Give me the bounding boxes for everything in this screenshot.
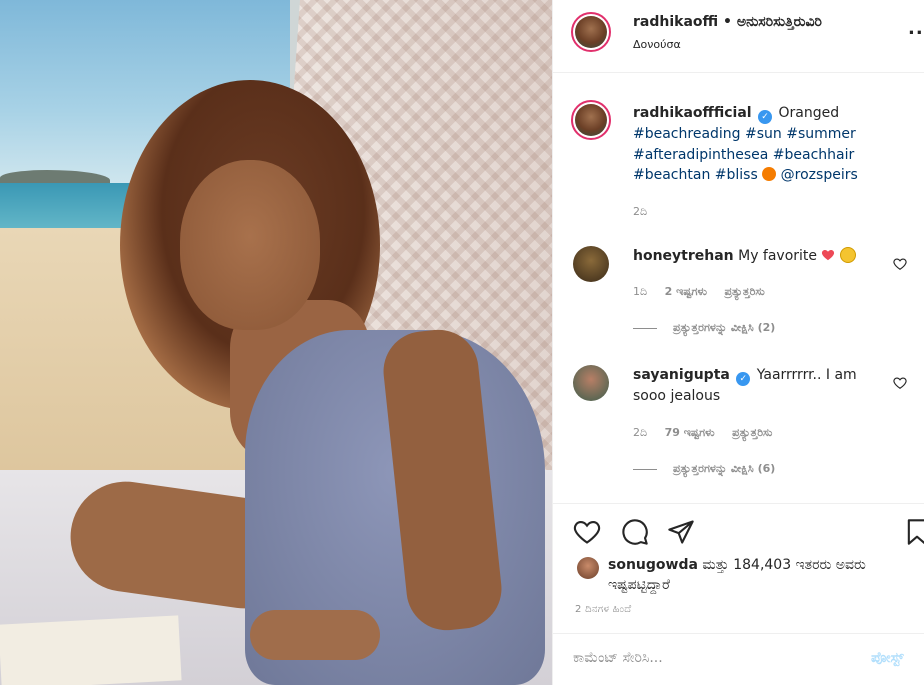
comment-username[interactable]: honeytrehan: [633, 248, 734, 264]
caption-username[interactable]: radhikaoffficial: [633, 105, 752, 121]
view-replies-label: ಪ್ರತ್ಯುತ್ತರಗಳನ್ನು ವೀಕ್ಷಿಸಿ (6): [673, 462, 776, 475]
red-heart-emoji-icon: [822, 250, 835, 261]
view-replies-label: ಪ್ರತ್ಯುತ್ತರಗಳನ್ನು ವೀಕ್ಷಿಸಿ (2): [673, 321, 776, 334]
photo-hand: [250, 610, 380, 660]
like-heart-icon[interactable]: [573, 518, 601, 546]
caption-avatar[interactable]: [571, 100, 611, 140]
smiling-face-emoji-icon: [839, 247, 856, 263]
comment-icon[interactable]: [621, 518, 649, 546]
post-photo[interactable]: [0, 0, 552, 685]
comment-time[interactable]: 2ದಿ: [633, 426, 647, 439]
caption-hashtags-line1[interactable]: #beachreading #sun #summer: [633, 126, 856, 142]
verified-badge-icon: ✓: [736, 372, 751, 386]
likes-summary[interactable]: sonugowda ಮತ್ತು 184,403 ಇತರರು ಅವರು ಇಷ್ಟಪ…: [608, 555, 908, 595]
photo-face: [180, 160, 320, 330]
add-comment-input[interactable]: [573, 650, 823, 666]
comment-username[interactable]: sayanigupta: [633, 367, 730, 383]
liker-avatar[interactable]: [577, 557, 599, 579]
reply-button[interactable]: ಪ್ರತ್ಯುತ್ತರಿಸು: [724, 285, 764, 298]
comment-avatar[interactable]: [573, 365, 609, 401]
action-bar: [553, 503, 924, 557]
post-side-panel: radhikaoffi • ಅನುಸರಿಸುತ್ತಿರುವಿರಿ Δονούσα…: [552, 0, 924, 685]
comment-likes[interactable]: 2 ಇಷ್ಟಗಳು: [665, 285, 707, 298]
header-separator: •: [723, 14, 732, 30]
share-paper-plane-icon[interactable]: [667, 518, 695, 546]
comment-time[interactable]: 1ದಿ: [633, 285, 647, 298]
save-bookmark-icon[interactable]: [903, 518, 924, 546]
orange-emoji-icon: [762, 167, 777, 181]
following-button[interactable]: ಅನುಸರಿಸುತ್ತಿರುವಿರಿ: [737, 14, 822, 30]
verified-badge-icon: ✓: [758, 110, 773, 124]
comment-avatar[interactable]: [573, 246, 609, 282]
caption-hashtags-line2[interactable]: #afteradipinthesea #beachhair: [633, 147, 854, 163]
comment-like-heart-icon[interactable]: [893, 257, 907, 271]
photo-book: [0, 615, 182, 685]
comment-2-meta: 2ದಿ 79 ಇಷ್ಟಗಳು ಪ್ರತ್ಯುತ್ತರಿಸು: [633, 426, 786, 440]
comment-text: My favorite: [738, 248, 818, 264]
post-header: radhikaoffi • ಅನುಸರಿಸುತ್ತಿರುವಿರಿ Δονούσα…: [553, 0, 924, 73]
author-avatar[interactable]: [571, 12, 611, 52]
comment-likes[interactable]: 79 ಇಷ್ಟಗಳು: [665, 426, 715, 439]
comment-1: honeytrehan My favorite: [633, 246, 893, 267]
liker-username[interactable]: sonugowda: [608, 557, 698, 573]
header-username[interactable]: radhikaoffi: [633, 14, 718, 30]
comment-2: sayanigupta ✓ Yaarrrrrr.. I am sooo jeal…: [633, 365, 893, 407]
caption: radhikaoffficial ✓ Oranged #beachreading…: [633, 103, 913, 186]
post-comment-button[interactable]: ಪೋಸ್ಟ್: [871, 650, 904, 666]
caption-text: Oranged: [778, 105, 840, 121]
caption-time[interactable]: 2ದಿ: [633, 205, 647, 219]
location-link[interactable]: Δονούσα: [633, 38, 681, 51]
header-username-row: radhikaoffi • ಅನುಸರಿಸುತ್ತಿರುವಿರಿ: [633, 14, 822, 30]
comment-1-meta: 1ದಿ 2 ಇಷ್ಟಗಳು ಪ್ರತ್ಯುತ್ತರಿಸು: [633, 285, 779, 299]
more-options-icon[interactable]: ...: [908, 18, 924, 39]
caption-mention[interactable]: @rozspeirs: [781, 167, 858, 183]
post-timestamp[interactable]: 2 ದಿನಗಳ ಹಿಂದೆ: [575, 604, 631, 615]
caption-hashtags-line3[interactable]: #beachtan #bliss: [633, 167, 758, 183]
view-replies-button[interactable]: ಪ್ರತ್ಯುತ್ತರಗಳನ್ನು ವೀಕ್ಷಿಸಿ (2): [633, 321, 775, 335]
add-comment-bar: ಪೋಸ್ಟ್: [553, 633, 924, 685]
view-replies-button[interactable]: ಪ್ರತ್ಯುತ್ತರಗಳನ್ನು ವೀಕ್ಷಿಸಿ (6): [633, 462, 775, 476]
reply-button[interactable]: ಪ್ರತ್ಯುತ್ತರಿಸು: [732, 426, 772, 439]
comment-like-heart-icon[interactable]: [893, 376, 907, 390]
